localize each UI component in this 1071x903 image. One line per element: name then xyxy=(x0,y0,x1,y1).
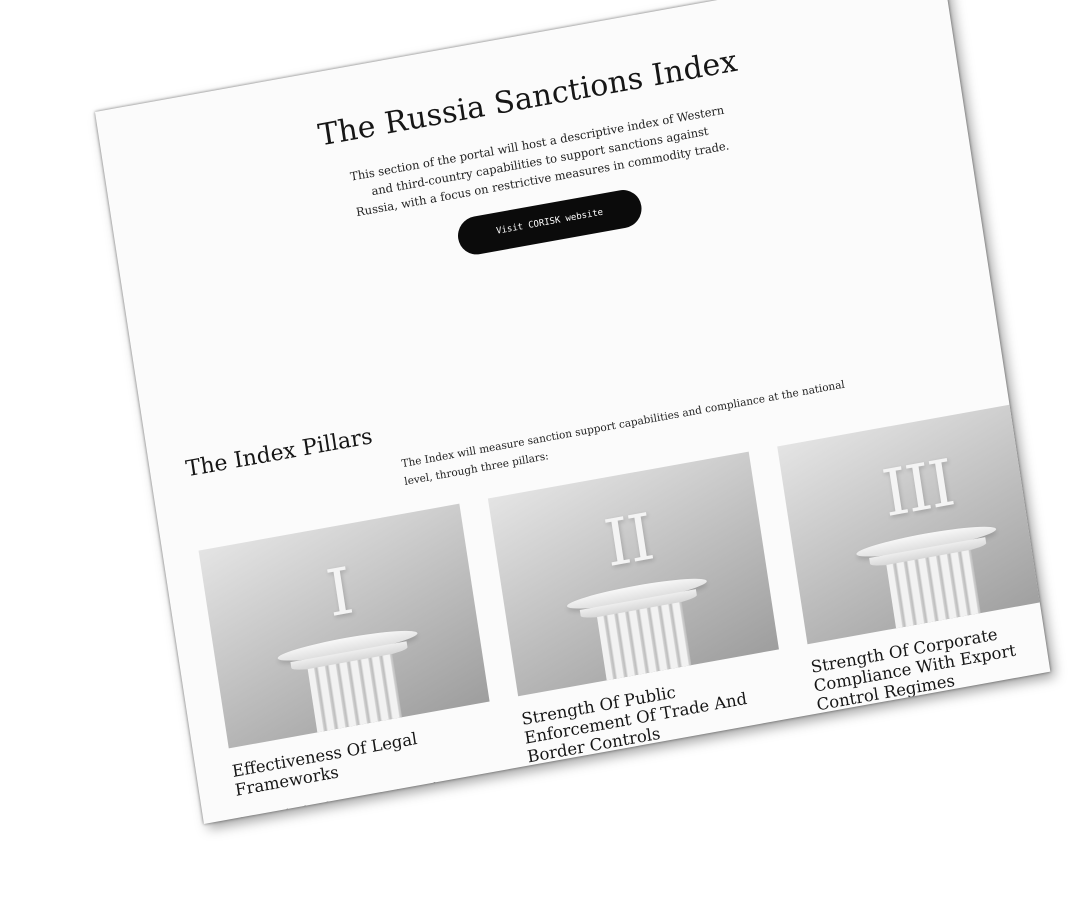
pillar-numeral-2: II xyxy=(599,500,657,583)
pillar-card-2: II Strength Of Public Enforcement Of Tra… xyxy=(487,451,797,814)
column-shaft xyxy=(886,549,982,635)
pillar-image-2: II xyxy=(487,451,779,697)
section-title: The Index Pillars xyxy=(184,424,375,483)
column-shaft xyxy=(597,601,693,687)
pillar-card-3: III Strength Of Corporate Compliance Wit… xyxy=(777,399,1051,762)
pillar-image-1: I xyxy=(198,503,490,749)
pillar-card-1: I Effectiveness Of Legal Frameworks In p… xyxy=(198,503,505,824)
webpage-sheet: The Russia Sanctions Index This section … xyxy=(95,0,1051,824)
column-shaft xyxy=(307,653,403,739)
pillar-numeral-1: I xyxy=(322,554,357,633)
screenshot-stage: The Russia Sanctions Index This section … xyxy=(0,0,1071,903)
pillar-numeral-3: III xyxy=(877,446,958,533)
pillar-image-3: III xyxy=(777,399,1051,645)
